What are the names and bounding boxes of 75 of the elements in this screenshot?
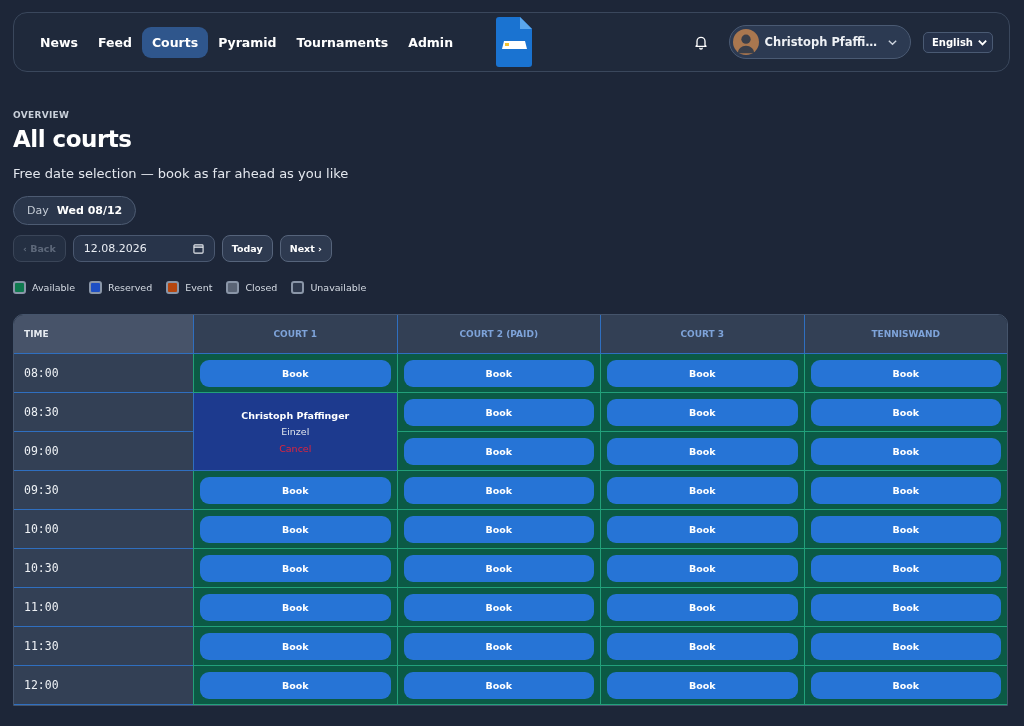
book-button[interactable]: Book: [403, 671, 594, 699]
date-field[interactable]: 12.08.2026: [72, 235, 215, 262]
legend-label: Reserved: [108, 282, 153, 293]
book-button[interactable]: Book: [200, 632, 391, 660]
book-button[interactable]: Book: [403, 515, 594, 543]
book-button[interactable]: Book: [200, 515, 391, 543]
book-button[interactable]: Book: [607, 476, 798, 504]
logo-icon[interactable]: [496, 17, 532, 67]
time-cell: 11:00: [14, 588, 193, 627]
book-button[interactable]: Book: [607, 632, 798, 660]
book-button[interactable]: Book: [200, 359, 391, 387]
book-button[interactable]: Book: [810, 476, 1001, 504]
avatar-icon: [732, 29, 759, 55]
nav-link[interactable]: Admin: [398, 26, 464, 58]
book-button[interactable]: Book: [607, 671, 798, 699]
section-eyebrow: OVERVIEW: [13, 110, 71, 120]
book-button[interactable]: Book: [810, 671, 1001, 699]
next-button[interactable]: Next ›: [279, 235, 332, 262]
legend-label: Available: [32, 282, 75, 293]
day-value: Wed 08/12: [56, 204, 123, 217]
book-button[interactable]: Book: [200, 476, 391, 504]
time-cell: 08:30: [14, 393, 193, 432]
book-button[interactable]: Book: [403, 437, 594, 465]
nav-link[interactable]: Feed: [87, 26, 142, 58]
reservation-name: Christoph Pfaffinger: [240, 409, 351, 421]
time-cell: 11:30: [14, 627, 193, 666]
user-menu-button[interactable]: Christoph Pfaffi…: [728, 25, 911, 59]
book-button[interactable]: Book: [810, 593, 1001, 621]
book-button[interactable]: Book: [607, 359, 798, 387]
nav-link[interactable]: Courts: [141, 26, 209, 58]
book-button[interactable]: Book: [810, 437, 1001, 465]
book-button[interactable]: Book: [810, 554, 1001, 582]
book-button[interactable]: Book: [607, 554, 798, 582]
column-header: TENNISWAND: [803, 315, 1007, 354]
book-button[interactable]: Book: [810, 515, 1001, 543]
book-button[interactable]: Book: [403, 398, 594, 426]
book-button[interactable]: Book: [403, 632, 594, 660]
legend-label: Closed: [245, 282, 278, 293]
book-button[interactable]: Book: [810, 398, 1001, 426]
book-button[interactable]: Book: [200, 554, 391, 582]
book-button[interactable]: Book: [810, 632, 1001, 660]
time-cell: 09:00: [14, 432, 193, 471]
book-button[interactable]: Book: [607, 398, 798, 426]
reservation-type: Einzel: [280, 425, 311, 437]
book-button[interactable]: Book: [403, 476, 594, 504]
language-select[interactable]: English: [922, 31, 993, 53]
book-button[interactable]: Book: [607, 515, 798, 543]
day-label: Day: [27, 204, 49, 217]
time-cell: 08:00: [14, 354, 193, 393]
calendar-icon: [192, 243, 204, 254]
legend-label: Unavailable: [310, 282, 367, 293]
time-cell: 10:30: [14, 549, 193, 588]
time-cell: 12:00: [14, 666, 193, 705]
book-button[interactable]: Book: [810, 359, 1001, 387]
column-header: COURT 3: [600, 315, 804, 354]
column-header: COURT 2 (PAID): [396, 315, 600, 354]
book-button[interactable]: Book: [607, 593, 798, 621]
book-button[interactable]: Book: [200, 593, 391, 621]
legend-label: Event: [185, 282, 213, 293]
page-subtitle: Free date selection — book as far ahead as you like: [13, 166, 350, 181]
book-button[interactable]: Book: [403, 554, 594, 582]
book-button[interactable]: Book: [403, 593, 594, 621]
time-cell: 10:00: [14, 510, 193, 549]
book-button[interactable]: Book: [200, 671, 391, 699]
notification-bell-icon[interactable]: [692, 34, 709, 50]
book-button[interactable]: Book: [607, 437, 798, 465]
page-title: All courts: [13, 126, 133, 152]
today-button[interactable]: Today: [221, 235, 273, 262]
nav-link[interactable]: News: [30, 26, 88, 58]
nav-link[interactable]: Pyramid: [208, 26, 287, 58]
nav-link[interactable]: Tournaments: [286, 26, 399, 58]
column-header: TIME: [14, 315, 193, 354]
column-header: COURT 1: [193, 315, 397, 354]
time-cell: 09:30: [14, 471, 193, 510]
book-button[interactable]: Book: [403, 359, 594, 387]
